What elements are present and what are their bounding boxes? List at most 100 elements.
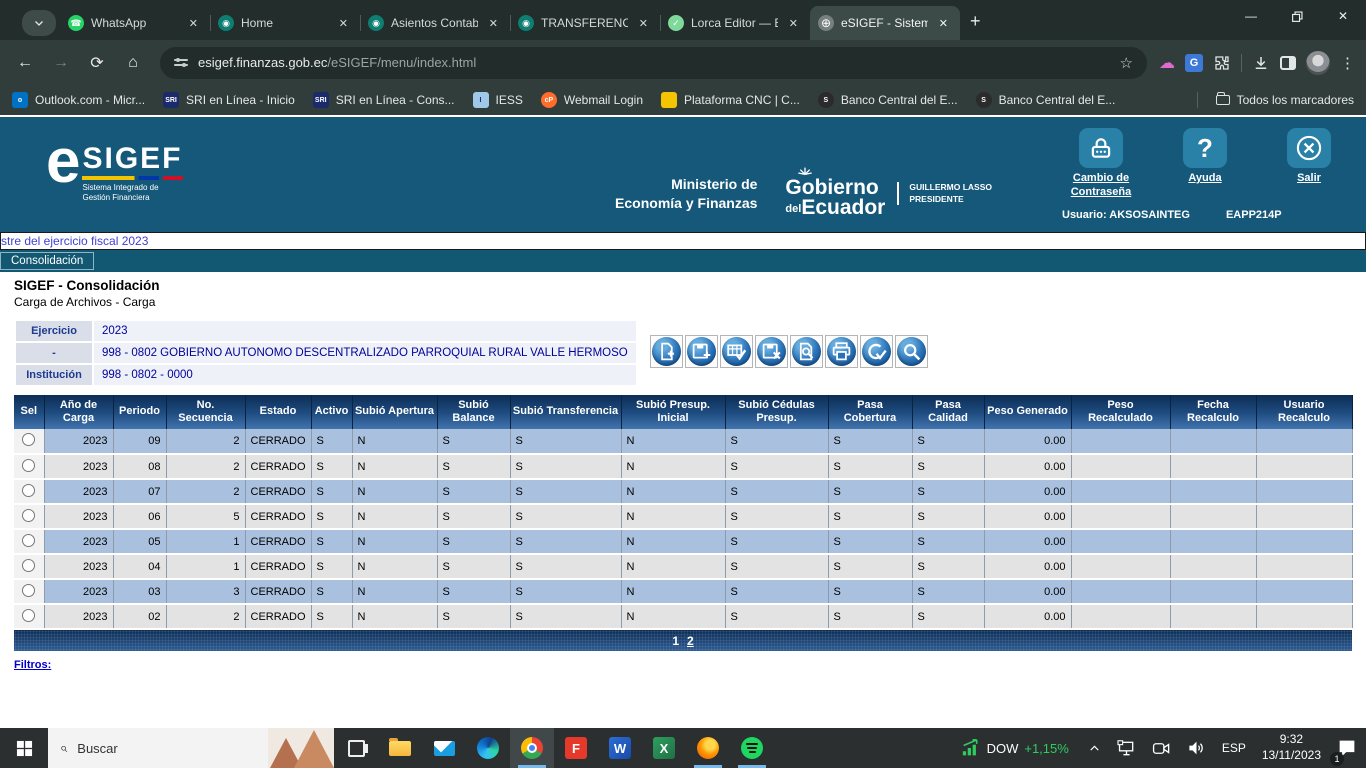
row-select-cell xyxy=(14,554,44,579)
row-select-radio[interactable] xyxy=(22,459,35,472)
tab[interactable]: ◉Home✕ xyxy=(210,6,360,40)
pdf-reader-taskbar-button[interactable]: F xyxy=(554,728,598,768)
restore-button[interactable] xyxy=(1274,0,1320,32)
save-file-button[interactable] xyxy=(685,335,718,368)
pagination-page-link[interactable]: 2 xyxy=(687,634,694,648)
print-button[interactable] xyxy=(825,335,858,368)
row-select-radio[interactable] xyxy=(22,609,35,622)
browser-menu-icon[interactable]: ⋮ xyxy=(1340,54,1356,72)
close-window-button[interactable]: ✕ xyxy=(1320,0,1366,32)
exit-action-button[interactable]: Salir xyxy=(1270,128,1348,185)
excel-taskbar-button[interactable]: X xyxy=(642,728,686,768)
row-select-radio[interactable] xyxy=(22,509,35,522)
notifications-button[interactable]: 1 xyxy=(1332,728,1362,768)
search-highlight-image[interactable] xyxy=(268,728,334,768)
bookmark-star-icon[interactable]: ☆ xyxy=(1120,54,1133,72)
extensions-puzzle-icon[interactable] xyxy=(1213,54,1231,72)
minimize-button[interactable]: — xyxy=(1228,0,1274,32)
row-select-radio[interactable] xyxy=(22,433,35,446)
tab[interactable]: ◉ TRANSFERENCIAS RE ✕ xyxy=(510,6,660,40)
side-panel-icon[interactable] xyxy=(1280,56,1296,70)
cell-usuario_recalc xyxy=(1256,579,1352,604)
bookmark-item[interactable]: cPWebmail Login xyxy=(541,92,643,108)
forward-button[interactable]: → xyxy=(46,48,76,78)
cell-estado: CERRADO xyxy=(245,504,311,529)
tab-close-icon[interactable]: ✕ xyxy=(335,15,352,32)
bookmark-item[interactable]: IIESS xyxy=(473,92,523,108)
delete-file-button[interactable] xyxy=(755,335,788,368)
pagination-current-page[interactable]: 1 xyxy=(672,634,679,648)
back-button[interactable]: ← xyxy=(10,48,40,78)
row-select-radio[interactable] xyxy=(22,484,35,497)
tab[interactable]: ⊕eSIGEF - Sistema Inte✕ xyxy=(810,6,960,40)
filters-link[interactable]: Filtros: xyxy=(14,659,51,671)
file-explorer-taskbar-button[interactable] xyxy=(378,728,422,768)
profile-avatar[interactable] xyxy=(1306,51,1330,75)
all-bookmarks-button[interactable]: Todos los marcadores xyxy=(1216,93,1354,107)
esigef-favicon-icon: ◉ xyxy=(218,15,234,31)
bookmark-item[interactable]: oOutlook.com - Micr... xyxy=(12,92,145,108)
stock-widget[interactable]: DOW +1,15% xyxy=(953,739,1077,757)
meet-now-tray-icon[interactable] xyxy=(1147,728,1176,768)
approve-button[interactable] xyxy=(860,335,893,368)
row-select-radio[interactable] xyxy=(22,559,35,572)
edge-taskbar-button[interactable] xyxy=(466,728,510,768)
chrome-icon xyxy=(521,737,543,759)
new-file-button[interactable] xyxy=(650,335,683,368)
start-button[interactable] xyxy=(0,728,48,768)
bookmark-item[interactable]: SBanco Central del E... xyxy=(976,92,1116,108)
cell-cedulas: S xyxy=(725,504,828,529)
tab-title: TRANSFERENCIAS RE xyxy=(541,16,628,30)
preview-detail-button[interactable] xyxy=(790,335,823,368)
tab[interactable]: ◉Asientos Contables✕ xyxy=(360,6,510,40)
tab-close-icon[interactable]: ✕ xyxy=(785,15,802,32)
download-icon[interactable] xyxy=(1252,54,1270,72)
tab-search-button[interactable] xyxy=(22,10,56,36)
bookmark-item[interactable]: SBanco Central del E... xyxy=(818,92,958,108)
esigef-favicon-icon: ◉ xyxy=(518,15,534,31)
table-row: 2023072CERRADOSNSSNSSS0.00 xyxy=(14,479,1352,504)
bookmark-label: Outlook.com - Micr... xyxy=(35,93,145,107)
translate-icon[interactable]: G xyxy=(1185,54,1203,72)
cloud-extension-icon[interactable]: ☁ xyxy=(1159,53,1175,73)
menu-item-consolidacion[interactable]: Consolidación xyxy=(0,252,94,270)
tab-close-icon[interactable]: ✕ xyxy=(185,15,202,32)
address-bar[interactable]: esigef.finanzas.gob.ec/eSIGEF/menu/index… xyxy=(160,47,1147,79)
tray-chevron-button[interactable] xyxy=(1083,728,1106,768)
clock[interactable]: 9:3213/11/2023 xyxy=(1257,728,1326,768)
action-label: Ayuda xyxy=(1188,172,1221,185)
cell-apertura: N xyxy=(352,454,437,479)
bookmark-item[interactable]: SRISRI en Línea - Cons... xyxy=(313,92,455,108)
new-tab-button[interactable]: + xyxy=(960,11,993,40)
taskbar-search[interactable]: ⌕ Buscar xyxy=(48,728,334,768)
validate-icon xyxy=(722,337,751,366)
tab-close-icon[interactable]: ✕ xyxy=(635,15,652,32)
lock-action-button[interactable]: Cambio de Contraseña xyxy=(1062,128,1140,198)
reload-button[interactable]: ⟳ xyxy=(82,48,112,78)
bookmark-item[interactable]: SRISRI en Línea - Inicio xyxy=(163,92,295,108)
row-select-radio[interactable] xyxy=(22,534,35,547)
task-view-taskbar-button[interactable] xyxy=(334,728,378,768)
cell-periodo: 09 xyxy=(113,429,166,454)
home-button[interactable]: ⌂ xyxy=(118,48,148,78)
mail-taskbar-button[interactable] xyxy=(422,728,466,768)
volume-tray-icon[interactable] xyxy=(1182,728,1211,768)
row-select-radio[interactable] xyxy=(22,584,35,597)
chevron-down-icon xyxy=(33,17,45,29)
tab[interactable]: ✓Lorca Editor — El cor✕ xyxy=(660,6,810,40)
word-taskbar-button[interactable]: W xyxy=(598,728,642,768)
bookmark-item[interactable]: Plataforma CNC | C... xyxy=(661,92,800,108)
firefox-taskbar-button[interactable] xyxy=(686,728,730,768)
consult-button[interactable] xyxy=(895,335,928,368)
chrome-taskbar-button[interactable] xyxy=(510,728,554,768)
tab-close-icon[interactable]: ✕ xyxy=(935,15,952,32)
validate-button[interactable] xyxy=(720,335,753,368)
spotify-taskbar-button[interactable] xyxy=(730,728,774,768)
tab[interactable]: ☎WhatsApp✕ xyxy=(60,6,210,40)
network-tray-icon[interactable] xyxy=(1112,728,1141,768)
site-info-icon[interactable] xyxy=(174,59,188,66)
language-indicator[interactable]: ESP xyxy=(1217,728,1251,768)
help-action-button[interactable]: ?Ayuda xyxy=(1166,128,1244,185)
tab-close-icon[interactable]: ✕ xyxy=(485,15,502,32)
cell-estado: CERRADO xyxy=(245,454,311,479)
